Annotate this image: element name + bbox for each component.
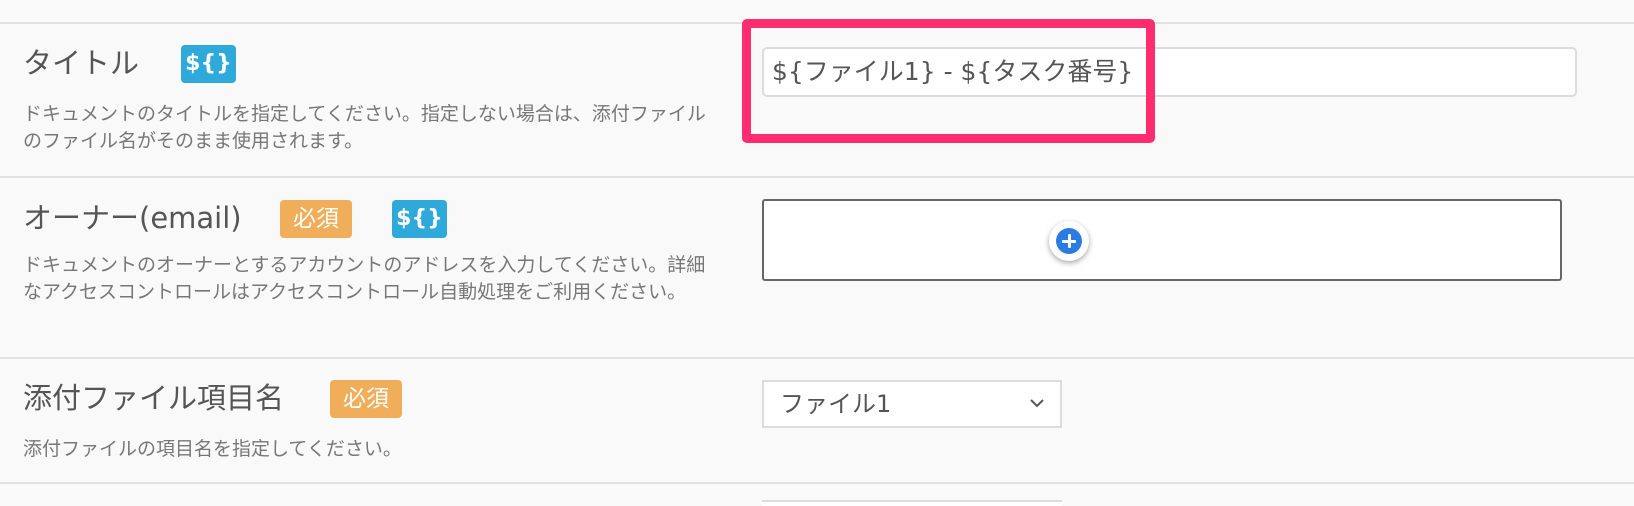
title-variable-badge: ${} (181, 45, 236, 83)
title-description: ドキュメントのタイトルを指定してください。指定しない場合は、添付ファイルのファイ… (23, 103, 706, 152)
owner-required-badge: 必須 (280, 200, 352, 238)
next-field-input[interactable] (762, 500, 1062, 506)
divider (0, 482, 1634, 484)
add-owner-button[interactable] (1056, 228, 1082, 254)
divider (0, 357, 1634, 359)
attachment-description: 添付ファイルの項目名を指定してください。 (23, 438, 402, 460)
attachment-required-badge: 必須 (330, 380, 402, 418)
owner-variable-badge: ${} (392, 200, 447, 238)
chevron-down-icon (1030, 399, 1044, 408)
attachment-selected-value: ファイル1 (780, 390, 892, 418)
owner-label: オーナー(email) (23, 201, 242, 235)
owner-input-area[interactable] (762, 199, 1562, 281)
plus-circle-icon[interactable] (1049, 221, 1089, 261)
attachment-select[interactable]: ファイル1 (762, 380, 1062, 428)
settings-form: タイトル ${} ドキュメントのタイトルを指定してください。指定しない場合は、添… (0, 0, 1634, 506)
owner-description: ドキュメントのオーナーとするアカウントのアドレスを入力してください。詳細なアクセ… (23, 254, 706, 303)
title-label: タイトル (23, 46, 140, 80)
divider (0, 176, 1634, 178)
highlight-annotation (742, 19, 1155, 143)
attachment-label: 添付ファイル項目名 (23, 381, 285, 415)
